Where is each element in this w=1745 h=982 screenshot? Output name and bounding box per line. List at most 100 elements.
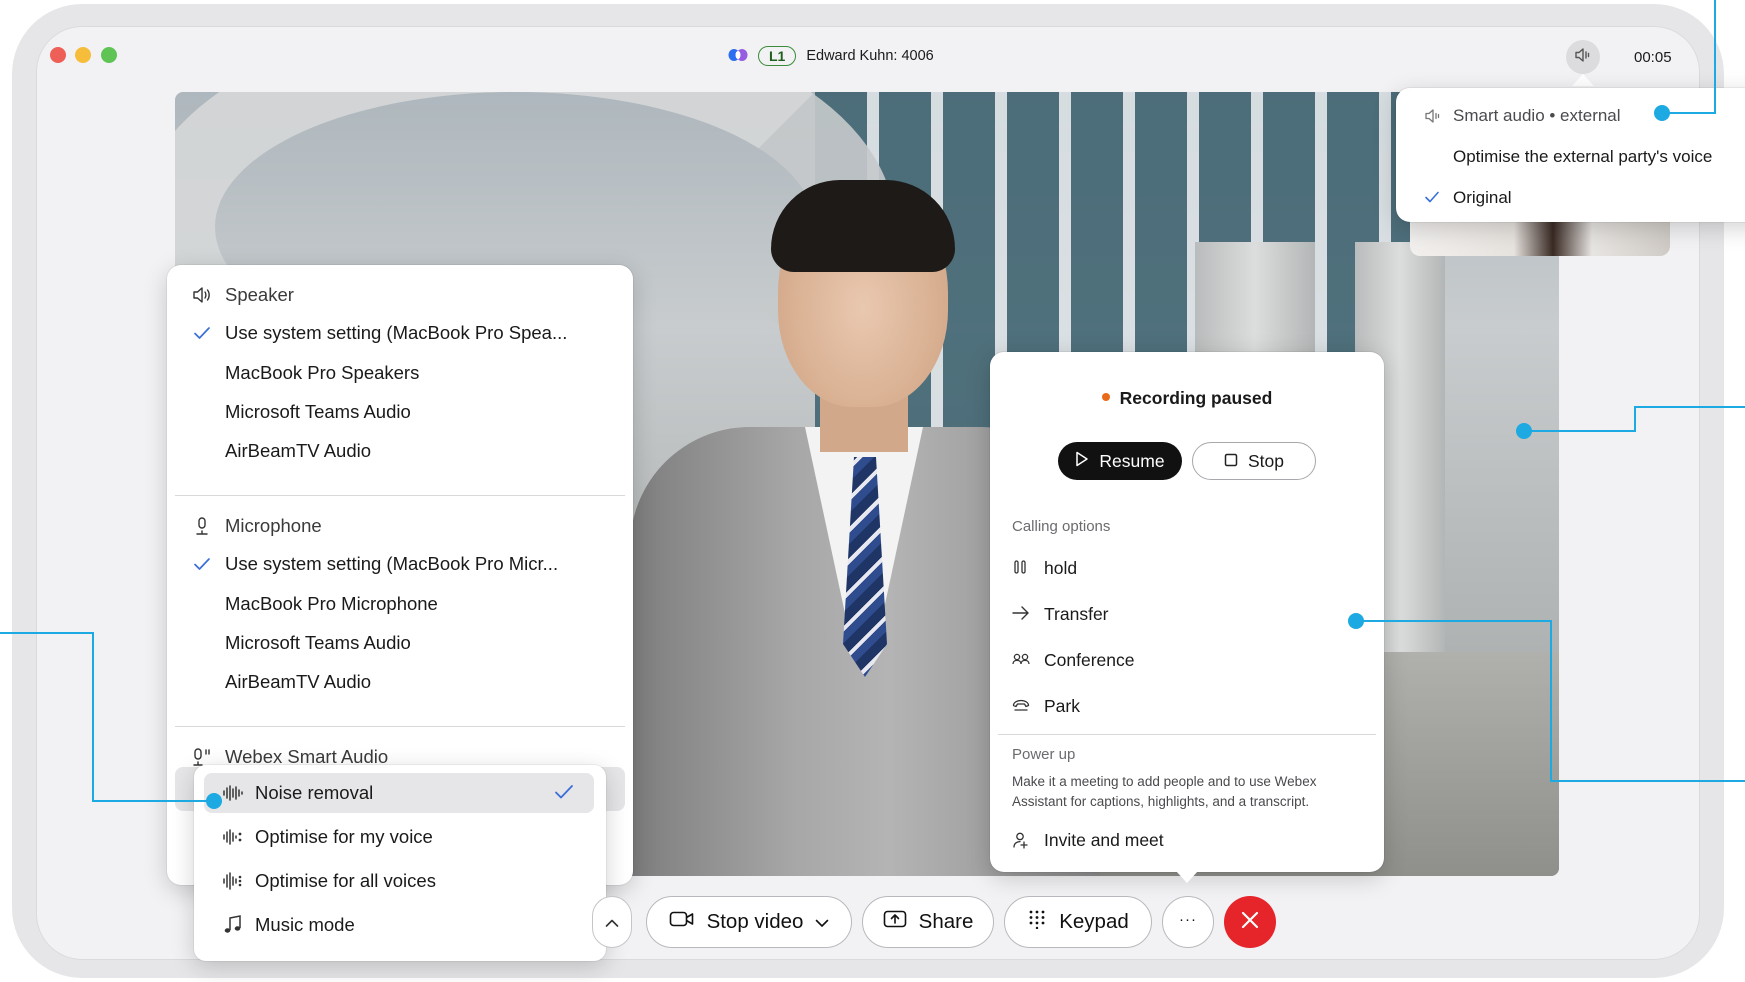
callout-line [1356,620,1552,622]
window-minimize-button[interactable] [75,47,91,63]
recording-status-label: Recording paused [1119,388,1273,408]
check-icon [554,783,574,806]
speaker-option-label: MacBook Pro Speakers [225,362,420,383]
call-option-label: hold [1044,557,1078,578]
audio-option-optimise-external[interactable]: Optimise the external party's voice [1396,137,1745,177]
microphone-option-label: AirBeamTV Audio [225,671,372,692]
speaker-option-label: AirBeamTV Audio [225,440,372,461]
microphone-option-airbeam[interactable]: AirBeamTV Audio [167,662,633,702]
end-call-button[interactable] [1224,896,1276,948]
keypad-button[interactable]: Keypad [1004,896,1152,948]
resume-label: Resume [1099,450,1165,471]
share-label: Share [918,910,974,933]
screenshot-stage: L1 Edward Kuhn: 4006 00:05 Smart audio •… [0,0,1745,982]
callout-line [1634,406,1745,408]
call-option-label: Conference [1044,649,1135,670]
callout-line [1550,780,1745,782]
speaker-icon [192,285,212,310]
participant-hair [771,180,955,272]
speaker-option-label: Use system setting (MacBook Pro Spea... [225,322,568,343]
submenu-option-label: Optimise for all voices [255,870,436,891]
calling-options-label: Calling options [1012,518,1111,535]
keypad-label: Keypad [1059,910,1129,933]
optimise-all-voices-icon [222,871,244,896]
speaker-settings-icon [1574,46,1592,69]
microphone-section-label: Microphone [225,515,322,536]
more-menu-caret [1176,871,1198,883]
smart-audio-optimise-my-voice[interactable]: Optimise for my voice [194,817,606,857]
audio-option-original[interactable]: Original [1396,178,1745,218]
stop-icon [1224,451,1238,472]
menu-divider [998,734,1376,735]
call-option-conference[interactable]: Conference [990,640,1384,680]
callout-line [1714,0,1716,114]
invite-and-meet-item[interactable]: Invite and meet [990,820,1384,860]
callout-dot [1348,613,1364,629]
microphone-option-system[interactable]: Use system setting (MacBook Pro Micr... [167,544,633,584]
stop-video-button[interactable]: Stop video [646,896,852,948]
more-options-menu: Recording paused Resume Stop Calling opt… [990,352,1384,872]
microphone-option-label: Microsoft Teams Audio [225,632,411,653]
callout-line [1550,620,1552,782]
submenu-option-label: Noise removal [255,782,374,803]
smart-audio-submenu: Noise removal Optimise for my voice Opti… [194,765,606,961]
transfer-icon [1012,605,1030,626]
resume-recording-button[interactable]: Resume [1058,442,1182,480]
callout-line [0,632,94,634]
optimise-voice-icon [222,827,244,852]
speaker-settings-icon [1424,107,1442,130]
share-screen-icon [883,909,907,935]
microphone-option-macbook[interactable]: MacBook Pro Microphone [167,584,633,624]
close-icon [1240,910,1260,935]
speaker-option-macbook[interactable]: MacBook Pro Speakers [167,353,633,393]
webex-logo-icon [728,48,748,65]
callout-dot [1654,105,1670,121]
stop-label: Stop [1248,450,1284,471]
microphone-option-teams[interactable]: Microsoft Teams Audio [167,623,633,663]
callout-dot [1516,423,1532,439]
hold-icon [1012,559,1028,580]
keypad-icon [1027,909,1047,935]
play-icon [1075,451,1089,472]
window-close-button[interactable] [50,47,66,63]
chevron-down-icon[interactable] [815,910,829,934]
window-zoom-button[interactable] [101,47,117,63]
speaker-option-teams[interactable]: Microsoft Teams Audio [167,392,633,432]
line-badge: L1 [758,46,797,66]
park-icon [1012,697,1030,718]
stop-recording-button[interactable]: Stop [1192,442,1316,480]
callout-line [1634,406,1636,432]
stop-video-label: Stop video [706,910,804,933]
chevron-up-icon [605,910,619,934]
call-option-hold[interactable]: hold [990,548,1384,588]
invite-and-meet-label: Invite and meet [1044,829,1164,850]
add-person-icon [1012,831,1030,854]
recording-dot-icon [1101,393,1110,402]
call-info: L1 Edward Kuhn: 4006 [728,44,934,68]
audio-option-label: Original [1453,188,1512,207]
microphone-option-label: Use system setting (MacBook Pro Micr... [225,553,559,574]
smart-audio-noise-removal[interactable]: Noise removal [204,773,594,813]
smart-audio-menu: Smart audio • external Optimise the exte… [1396,88,1745,222]
speaker-option-airbeam[interactable]: AirBeamTV Audio [167,431,633,471]
microphone-section-header: Microphone [167,506,633,546]
smart-audio-header-label: Smart audio • external [1453,106,1621,125]
noise-removal-icon [222,783,244,808]
recording-status: Recording paused [990,388,1384,409]
more-options-button[interactable]: ··· [1162,896,1214,948]
power-up-description: Make it a meeting to add people and to u… [1012,774,1317,809]
check-icon [193,324,211,347]
call-title: Edward Kuhn: 4006 [806,48,934,64]
power-up-label: Power up [1012,746,1076,763]
call-option-transfer[interactable]: Transfer [990,594,1384,634]
smart-audio-button[interactable] [1566,40,1600,74]
share-button[interactable]: Share [862,896,994,948]
callout-line [92,632,94,802]
callout-line [1524,430,1636,432]
expand-controls-button[interactable] [592,896,632,948]
smart-audio-optimise-all-voices[interactable]: Optimise for all voices [194,861,606,901]
smart-audio-music-mode[interactable]: Music mode [194,905,606,945]
submenu-option-label: Music mode [255,914,355,935]
speaker-option-system[interactable]: Use system setting (MacBook Pro Spea... [167,313,633,353]
call-option-park[interactable]: Park [990,686,1384,726]
